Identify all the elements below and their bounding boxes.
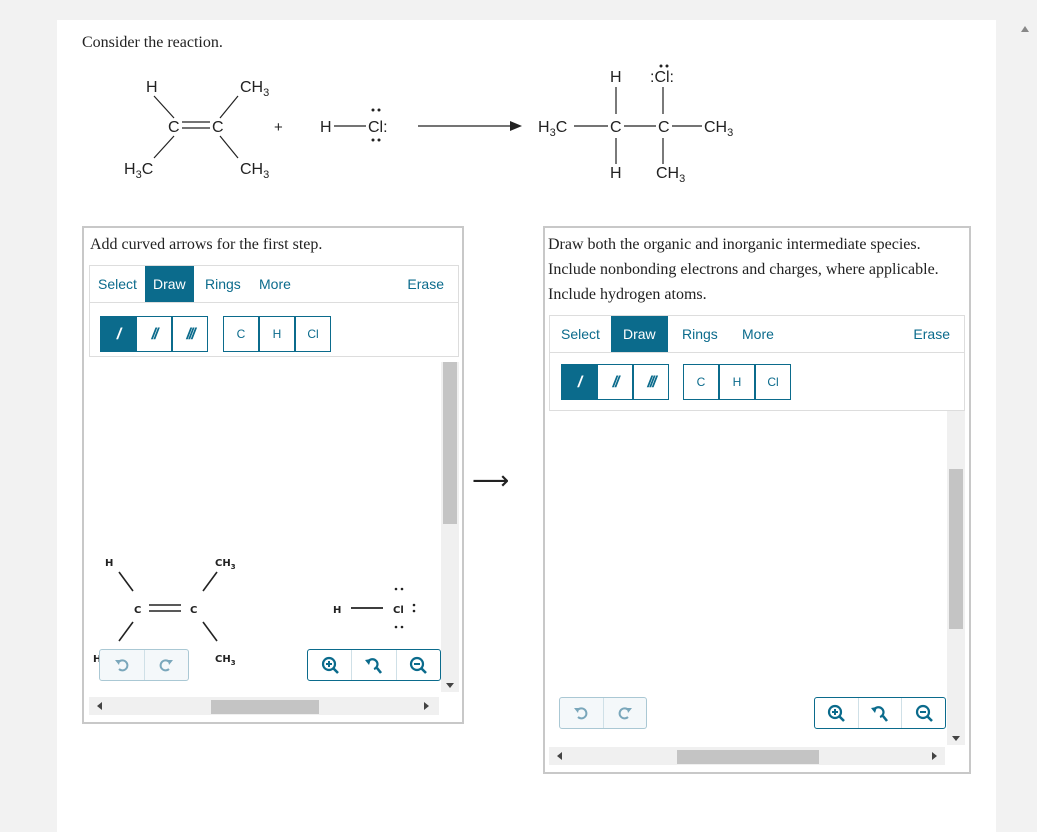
double-bond-tool[interactable]: // <box>136 316 172 352</box>
tab-draw[interactable]: Draw <box>145 266 194 302</box>
zoom-reset-icon <box>871 706 889 722</box>
scroll-down-icon[interactable] <box>446 683 454 688</box>
canvas-ch3-bottom: CH3 <box>215 654 236 667</box>
prod-h-bottom: H <box>610 165 622 182</box>
atom-c-tool-right[interactable]: C <box>683 364 719 400</box>
redo-button-right[interactable] <box>604 698 647 728</box>
canvas-h-top: H <box>105 558 113 569</box>
reaction-scheme: H CH3 C C H3C CH3 + H Cl: H :Cl: H3C C C <box>124 64 733 185</box>
right-toolbar: / // /// C H Cl <box>549 353 965 411</box>
undo-icon <box>114 659 129 672</box>
right-tabbar: Select Draw Rings More Erase <box>549 315 965 353</box>
right-drawing-canvas[interactable] <box>549 411 945 745</box>
scroll-down-icon-right[interactable] <box>952 736 960 741</box>
redo-button[interactable] <box>145 650 189 680</box>
undo-button-right[interactable] <box>560 698 604 728</box>
zoom-out-icon <box>410 656 428 674</box>
zoom-out-icon <box>915 704 933 722</box>
redo-icon <box>159 659 174 672</box>
triple-bond-tool-right[interactable]: /// <box>633 364 669 400</box>
zoom-reset-button-right[interactable] <box>859 698 903 728</box>
hcl-cl: Cl: <box>368 119 388 136</box>
canvas-c-left: C <box>134 605 141 616</box>
single-bond-tool-right[interactable]: / <box>561 364 597 400</box>
plus-sign: + <box>274 119 283 136</box>
left-undo-redo-group <box>99 649 189 681</box>
right-horizontal-thumb[interactable] <box>677 750 819 764</box>
right-zoom-group <box>814 697 946 729</box>
left-molecules: H CH3 C C CH3 H H Cl <box>93 558 416 667</box>
scroll-left-icon[interactable] <box>97 702 102 710</box>
page-scrollbar[interactable] <box>997 20 1037 832</box>
left-tabbar: Select Draw Rings More Erase <box>89 265 459 303</box>
r1-h3c: H3C <box>124 161 153 181</box>
r1-c2: C <box>212 119 224 136</box>
left-horizontal-scrollbar[interactable] <box>89 697 439 715</box>
right-instruction: Draw both the organic and inorganic inte… <box>548 236 939 303</box>
canvas-hcl-cl: Cl <box>393 605 404 616</box>
scroll-left-icon-right[interactable] <box>557 752 562 760</box>
tab-select[interactable]: Select <box>90 266 145 302</box>
left-instruction: Add curved arrows for the first step. <box>90 236 323 253</box>
right-undo-redo-group <box>559 697 647 729</box>
left-zoom-group <box>307 649 441 681</box>
tab-more[interactable]: More <box>251 266 299 302</box>
prod-ch3-bottom: CH3 <box>656 165 685 185</box>
zoom-out-button[interactable] <box>397 650 440 680</box>
atom-cl-tool[interactable]: Cl <box>295 316 331 352</box>
prod-h-top: H <box>610 69 622 86</box>
canvas-hcl-h: H <box>333 605 341 616</box>
prod-ch3-right: CH3 <box>704 119 733 139</box>
tab-rings[interactable]: Rings <box>197 266 249 302</box>
step-arrow: ⟶ <box>472 466 510 496</box>
redo-icon <box>618 707 632 720</box>
scroll-right-icon-right[interactable] <box>932 752 937 760</box>
hcl-h: H <box>320 119 332 136</box>
left-toolbar: / // /// C H Cl <box>89 303 459 357</box>
atom-h-tool[interactable]: H <box>259 316 295 352</box>
tab-select-right[interactable]: Select <box>553 316 608 352</box>
r1-h: H <box>146 79 158 96</box>
undo-button[interactable] <box>100 650 145 680</box>
single-bond-tool[interactable]: / <box>100 316 136 352</box>
canvas-c-right: C <box>190 605 197 616</box>
r1-c1: C <box>168 119 180 136</box>
triple-bond-tool[interactable]: /// <box>172 316 208 352</box>
scroll-up-icon[interactable] <box>1021 26 1029 32</box>
double-bond-tool-right[interactable]: // <box>597 364 633 400</box>
zoom-reset-icon <box>364 658 382 674</box>
left-vertical-scrollbar[interactable] <box>441 362 459 692</box>
left-vertical-thumb[interactable] <box>443 362 457 524</box>
atom-c-tool[interactable]: C <box>223 316 259 352</box>
r1-ch3-bottom: CH3 <box>240 161 269 181</box>
zoom-in-button[interactable] <box>308 650 353 680</box>
zoom-in-icon <box>828 704 846 722</box>
erase-button[interactable]: Erase <box>399 266 452 302</box>
undo-icon <box>574 707 588 720</box>
prod-h3c: H3C <box>538 119 567 139</box>
tab-draw-right[interactable]: Draw <box>611 316 668 352</box>
erase-button-right[interactable]: Erase <box>905 316 958 352</box>
scroll-right-icon[interactable] <box>424 702 429 710</box>
prod-cl-top: :Cl: <box>650 69 674 86</box>
tab-more-right[interactable]: More <box>734 316 782 352</box>
zoom-reset-button[interactable] <box>352 650 397 680</box>
right-horizontal-scrollbar[interactable] <box>549 747 945 765</box>
question-prompt: Consider the reaction. <box>82 34 223 51</box>
tab-rings-right[interactable]: Rings <box>674 316 726 352</box>
zoom-in-icon <box>321 656 339 674</box>
atom-cl-tool-right[interactable]: Cl <box>755 364 791 400</box>
left-drawing-canvas[interactable]: H CH3 C C CH3 H H Cl <box>89 357 439 697</box>
right-vertical-thumb[interactable] <box>949 469 963 629</box>
atom-h-tool-right[interactable]: H <box>719 364 755 400</box>
right-vertical-scrollbar[interactable] <box>947 411 965 745</box>
canvas-ch3-top: CH3 <box>215 558 236 571</box>
zoom-in-button-right[interactable] <box>815 698 859 728</box>
left-horizontal-thumb[interactable] <box>211 700 319 714</box>
prod-c1: C <box>610 119 622 136</box>
prod-c2: C <box>658 119 670 136</box>
r1-ch3-top: CH3 <box>240 79 269 99</box>
zoom-out-button-right[interactable] <box>902 698 945 728</box>
